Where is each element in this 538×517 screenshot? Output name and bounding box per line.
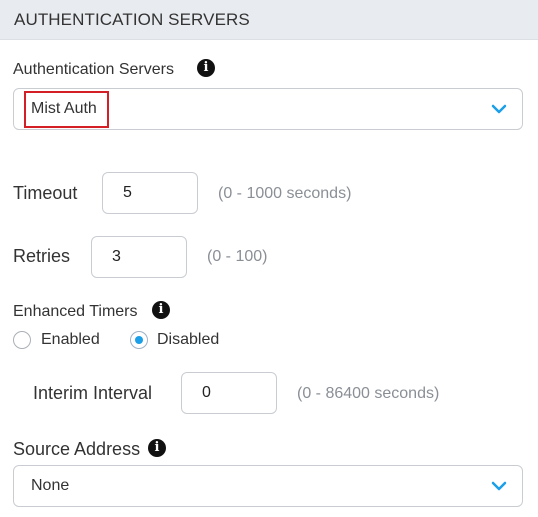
radio-disabled[interactable] [130, 331, 148, 349]
retries-value: 3 [112, 248, 121, 265]
enhanced-timers-label: Enhanced Timers [13, 303, 138, 320]
section-title: AUTHENTICATION SERVERS [14, 10, 250, 29]
retries-hint: (0 - 100) [207, 248, 268, 265]
source-address-label: Source Address [13, 439, 141, 459]
info-circle-icon[interactable]: i [148, 439, 166, 457]
info-circle-icon[interactable]: i [152, 301, 170, 319]
interim-interval-hint: (0 - 86400 seconds) [297, 385, 440, 402]
chevron-down-icon [491, 481, 507, 491]
retries-input[interactable]: 3 [91, 236, 187, 278]
interim-interval-label: Interim Interval [33, 383, 153, 403]
radio-enabled[interactable] [13, 331, 31, 349]
retries-label: Retries [13, 246, 71, 266]
auth-servers-value: Mist Auth [31, 100, 97, 117]
timeout-input[interactable]: 5 [102, 172, 198, 214]
timeout-hint: (0 - 1000 seconds) [218, 185, 352, 202]
interim-interval-value: 0 [202, 384, 211, 401]
chevron-down-icon [491, 104, 507, 114]
auth-servers-label: Authentication Servers [13, 61, 174, 78]
timeout-value: 5 [123, 184, 132, 201]
radio-disabled-label[interactable]: Disabled [157, 331, 219, 349]
interim-interval-input[interactable]: 0 [181, 372, 277, 414]
auth-servers-select[interactable]: Mist Auth [13, 88, 523, 130]
radio-enabled-label[interactable]: Enabled [41, 331, 100, 349]
info-circle-icon[interactable]: i [197, 59, 215, 77]
timeout-label: Timeout [13, 183, 78, 203]
source-address-select[interactable]: None [13, 465, 523, 507]
source-address-value: None [31, 477, 70, 494]
section-header: AUTHENTICATION SERVERS [0, 0, 538, 40]
